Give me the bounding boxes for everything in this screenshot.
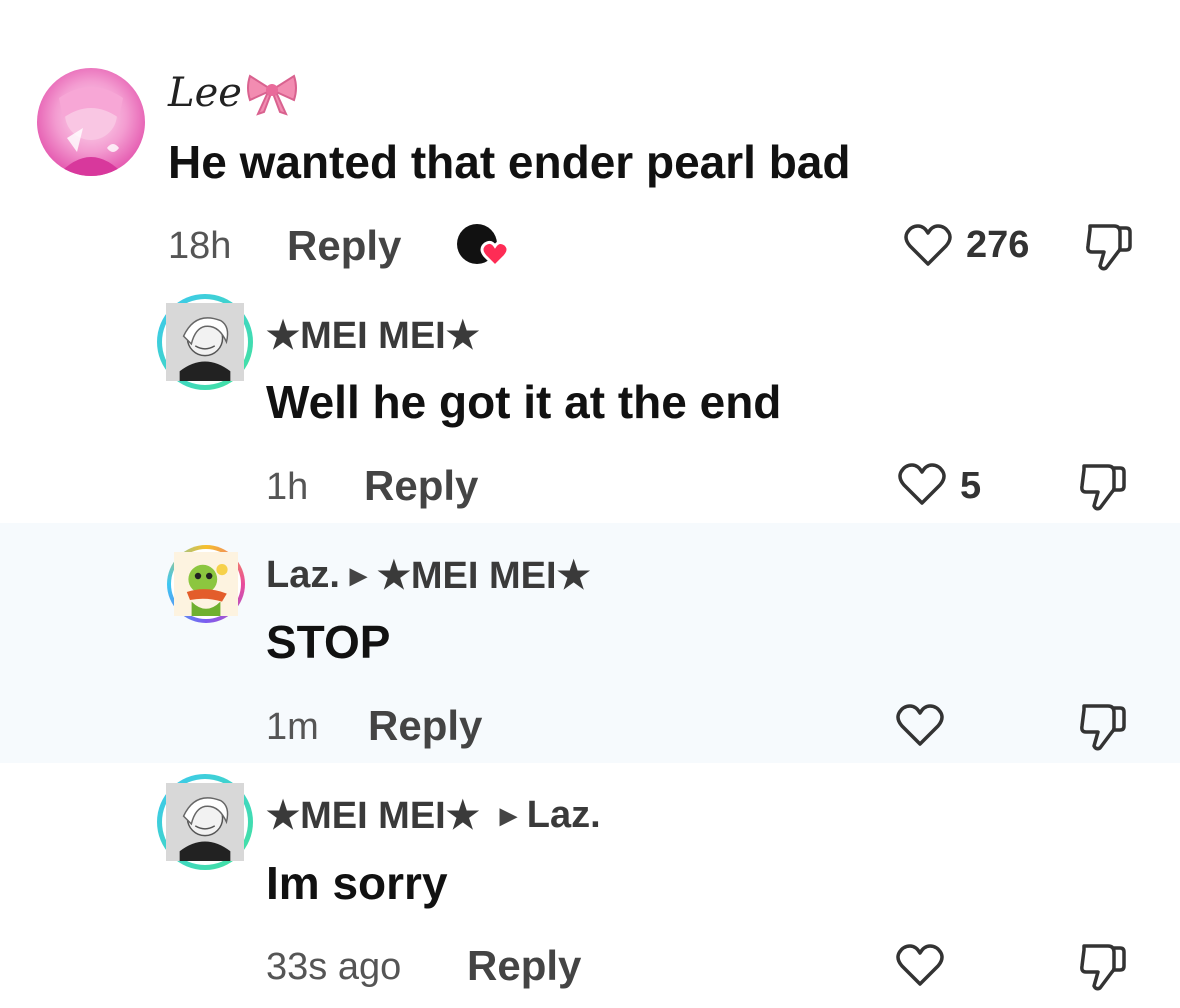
avatar[interactable]: [157, 294, 253, 390]
heart-outline-icon[interactable]: [895, 704, 945, 748]
timestamp: 18h: [168, 225, 232, 267]
reply-button[interactable]: Reply: [368, 702, 482, 750]
thumbs-down-icon[interactable]: [1078, 940, 1128, 992]
reply-button[interactable]: Reply: [467, 942, 581, 990]
heart-outline-icon[interactable]: [897, 463, 947, 507]
timestamp: 33s ago: [266, 946, 402, 988]
comment-text: He wanted that ender pearl bad: [168, 136, 851, 188]
username-text: Lee: [168, 70, 242, 116]
comment-text: Well he got it at the end: [266, 376, 782, 428]
username[interactable]: Laz.: [266, 554, 340, 597]
avatar[interactable]: [167, 545, 245, 623]
username[interactable]: Lee: [168, 70, 298, 116]
thumbs-down-icon[interactable]: [1084, 220, 1134, 272]
username[interactable]: ★MEI MEI★: [266, 313, 480, 358]
comment-text: Im sorry: [266, 857, 448, 909]
comment-text: STOP: [266, 616, 391, 668]
reply-arrow-icon: ▶: [349, 562, 367, 588]
timestamp: 1m: [266, 706, 319, 748]
like-count: 276: [966, 224, 1030, 266]
reply-button[interactable]: Reply: [364, 462, 478, 510]
like-count: 5: [960, 465, 982, 507]
reply-to-username[interactable]: Laz.: [527, 794, 601, 837]
thumbs-down-icon[interactable]: [1078, 700, 1128, 752]
avatar[interactable]: [37, 68, 145, 176]
username-row: ★MEI MEI★ ▶ Laz.: [266, 793, 601, 838]
avatar[interactable]: [157, 774, 253, 870]
heart-outline-icon[interactable]: [895, 944, 945, 988]
creator-liked-icon: [457, 224, 510, 269]
heart-outline-icon[interactable]: [903, 224, 953, 268]
reply-arrow-icon: ▶: [499, 802, 517, 828]
username-row: Laz. ▶ ★MEI MEI★: [266, 553, 591, 598]
thumbs-down-icon[interactable]: [1078, 460, 1128, 512]
timestamp: 1h: [266, 466, 309, 508]
username[interactable]: ★MEI MEI★: [266, 793, 480, 838]
reply-button[interactable]: Reply: [287, 222, 401, 270]
pink-bow-emoji: [246, 74, 297, 116]
reply-to-username[interactable]: ★MEI MEI★: [377, 553, 591, 598]
